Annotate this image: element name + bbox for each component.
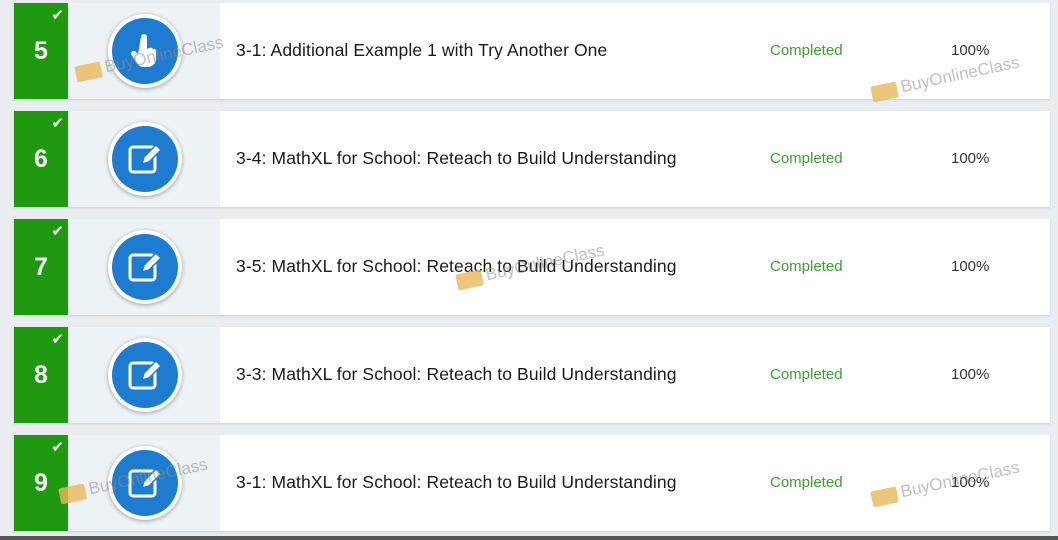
assignment-title[interactable]: 3-1: Additional Example 1 with Try Anoth… — [236, 40, 607, 61]
item-number-cell: ✔ 6 — [14, 111, 68, 207]
assignment-row[interactable]: ✔ 5 3-1: Additional Example 1 with Try A… — [14, 3, 1050, 99]
edit-icon[interactable] — [108, 230, 182, 304]
edit-icon[interactable] — [108, 446, 182, 520]
checkmark-icon: ✔ — [51, 7, 64, 24]
icon-cell — [68, 111, 220, 207]
percent-complete: 100% — [951, 150, 990, 167]
status-label: Completed — [770, 366, 843, 383]
icon-cell — [68, 3, 220, 99]
assignment-title[interactable]: 3-4: MathXL for School: Reteach to Build… — [236, 148, 677, 169]
item-number: 9 — [34, 469, 48, 497]
checkmark-icon: ✔ — [51, 223, 64, 240]
item-number-cell: ✔ 8 — [14, 327, 68, 423]
status-label: Completed — [770, 42, 843, 59]
item-number: 7 — [34, 253, 48, 281]
assignment-title[interactable]: 3-1: MathXL for School: Reteach to Build… — [236, 472, 677, 493]
assignment-title[interactable]: 3-3: MathXL for School: Reteach to Build… — [236, 364, 677, 385]
percent-complete: 100% — [951, 42, 990, 59]
percent-complete: 100% — [951, 474, 990, 491]
percent-complete: 100% — [951, 366, 990, 383]
pointer-hand-icon[interactable] — [108, 14, 182, 88]
checkmark-icon: ✔ — [51, 115, 64, 132]
edit-icon[interactable] — [108, 122, 182, 196]
assignment-row[interactable]: ✔ 9 3-1: MathXL for School: Reteach to B… — [14, 435, 1050, 531]
edit-icon[interactable] — [108, 338, 182, 412]
percent-complete: 100% — [951, 258, 990, 275]
checkmark-icon: ✔ — [51, 439, 64, 456]
assignment-row[interactable]: ✔ 8 3-3: MathXL for School: Reteach to B… — [14, 327, 1050, 423]
status-label: Completed — [770, 258, 843, 275]
status-label: Completed — [770, 474, 843, 491]
icon-cell — [68, 327, 220, 423]
bottom-bar — [0, 536, 1058, 540]
item-number-cell: ✔ 5 — [14, 3, 68, 99]
item-number-cell: ✔ 9 — [14, 435, 68, 531]
assignment-title[interactable]: 3-5: MathXL for School: Reteach to Build… — [236, 256, 677, 277]
checkmark-icon: ✔ — [51, 331, 64, 348]
item-number: 6 — [34, 145, 48, 173]
icon-cell — [68, 219, 220, 315]
item-number: 5 — [34, 37, 48, 65]
item-number-cell: ✔ 7 — [14, 219, 68, 315]
item-number: 8 — [34, 361, 48, 389]
status-label: Completed — [770, 150, 843, 167]
assignment-row[interactable]: ✔ 6 3-4: MathXL for School: Reteach to B… — [14, 111, 1050, 207]
icon-cell — [68, 435, 220, 531]
assignment-row[interactable]: ✔ 7 3-5: MathXL for School: Reteach to B… — [14, 219, 1050, 315]
